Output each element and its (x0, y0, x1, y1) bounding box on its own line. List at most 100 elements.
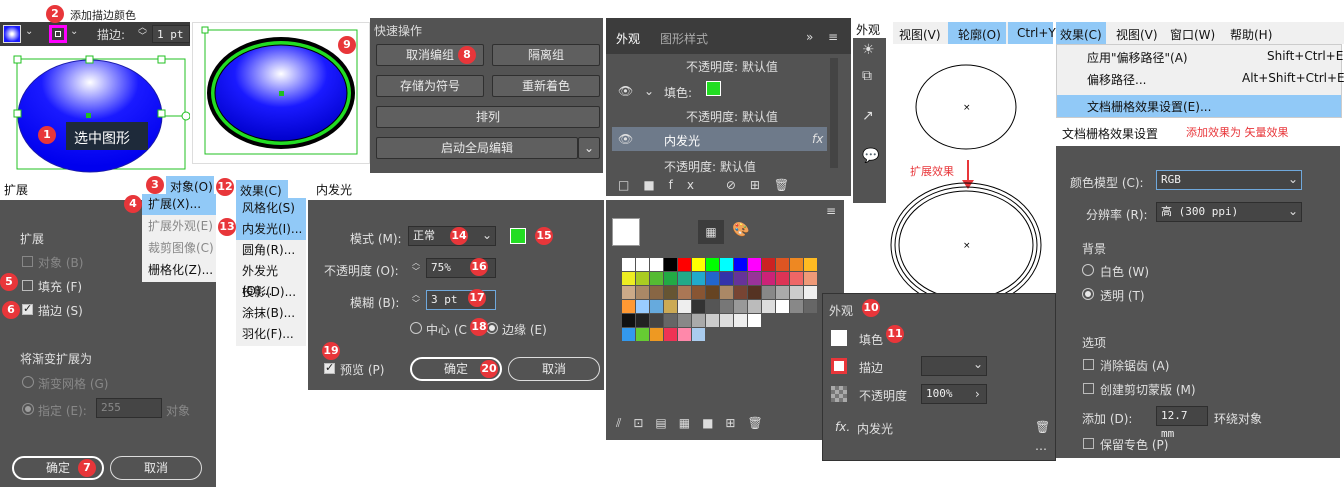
arrange-button[interactable]: 排列 (376, 106, 600, 128)
menu-view-2[interactable]: 视图(V) (1116, 26, 1158, 43)
preserve-spot-checkbox[interactable] (1083, 438, 1094, 449)
appearance-float-panel: 外观 填色 描边 ⌄ 不透明度 100% › fx. 内发光 🗑 ⋯ (822, 293, 1056, 461)
chevron-right-icon[interactable]: › (975, 387, 980, 401)
menu-view[interactable]: 视图(V) (899, 26, 941, 43)
specify-input[interactable]: 255 (96, 398, 162, 418)
menu-icon[interactable]: ≡ (828, 30, 838, 44)
raster-settings-item[interactable]: 文档栅格效果设置(E)... (1087, 98, 1211, 115)
inner-glow-item[interactable]: 内发光(I)... (236, 219, 306, 240)
chevron-down-icon[interactable]: ⌄ (482, 228, 492, 242)
isolate-button[interactable]: 隔离组 (492, 44, 600, 66)
recolor-button[interactable]: 重新着色 (492, 75, 600, 97)
inner-glow-row[interactable] (612, 127, 827, 151)
expand-appearance-item[interactable]: 扩展外观(E) (142, 216, 216, 237)
side-tab-label[interactable]: 外观 (856, 21, 880, 38)
fill-color-swatch[interactable] (706, 81, 721, 96)
fill-swatch[interactable] (3, 25, 21, 43)
resolution-select[interactable]: 高 (300 ppi) (1156, 202, 1302, 222)
stroke-swatch[interactable] (49, 25, 67, 43)
stroke-checkbox[interactable] (22, 302, 33, 315)
selected-ellipse[interactable] (0, 46, 191, 174)
save-symbol-button[interactable]: 存储为符号 (376, 75, 484, 97)
color-swatch (692, 314, 705, 327)
chevron-down-icon[interactable]: ⌄ (70, 26, 78, 37)
comment-icon[interactable]: 💬 (862, 148, 879, 164)
clipping-mask-checkbox[interactable] (1083, 383, 1094, 394)
drop-shadow-item[interactable]: 投影(D)... (236, 282, 306, 303)
transform-icon[interactable]: ⧉ (862, 68, 872, 84)
center-radio[interactable] (410, 322, 422, 334)
tab-appearance[interactable]: 外观 (616, 30, 640, 47)
offset-path[interactable]: 偏移路径... (1087, 71, 1146, 88)
more-icon[interactable]: ⋯ (1035, 442, 1047, 456)
swatch-bottom-icons[interactable]: ⫽⊡▤▦■⊞🗑 (616, 416, 775, 431)
color-swatch (664, 328, 677, 341)
stepper-icon[interactable]: ︿ ﹀ (138, 24, 147, 42)
expand-cancel-button[interactable]: 取消 (110, 456, 202, 480)
current-fill-swatch[interactable] (612, 218, 640, 246)
appearance-row-1[interactable]: 不透明度: 默认值 (686, 58, 778, 75)
collapse-icon[interactable]: » (806, 30, 813, 44)
menu-effect[interactable]: 效果(C) (1060, 26, 1102, 43)
specify-radio[interactable] (22, 403, 34, 415)
apply-offset-path[interactable]: 应用"偏移路径"(A) (1087, 49, 1188, 66)
swatch-view-icon[interactable]: ▦ (698, 220, 724, 244)
tab-graphic-styles[interactable]: 图形样式 (660, 30, 708, 47)
trash-icon[interactable]: 🗑 (1035, 420, 1050, 434)
palette-icon[interactable]: 🎨 (732, 222, 749, 238)
stepper-icon[interactable]: ︿ ﹀ (412, 258, 420, 276)
preview-checkbox[interactable] (324, 361, 335, 374)
menu-object[interactable]: 对象(O) (170, 178, 213, 195)
panel-scrollbar[interactable] (830, 58, 838, 168)
appearance-row-fill[interactable]: 填色: (664, 84, 692, 101)
menu-outline-label[interactable]: 轮廓(O) (958, 26, 1001, 43)
chevron-down-icon[interactable]: ⌄ (1288, 172, 1298, 186)
eye-icon[interactable]: 👁 (618, 132, 633, 146)
eye-icon[interactable]: 👁 (618, 84, 633, 98)
appearance-row-3[interactable]: 不透明度: 默认值 (686, 108, 778, 125)
object-checkbox[interactable] (22, 256, 33, 267)
global-edit-dropdown[interactable]: ⌄ (578, 137, 600, 159)
panel-bottom-icons[interactable]: □■fx ⊘⊞🗑 (618, 178, 803, 192)
add-input[interactable]: 12.7 mm (1156, 406, 1208, 440)
expand-chevron-icon[interactable]: ⌄ (644, 84, 654, 98)
round-corners-item[interactable]: 圆角(R)... (236, 240, 306, 261)
stroke-none-indicator[interactable] (831, 358, 847, 374)
inner-glow-cancel-button[interactable]: 取消 (508, 357, 600, 381)
scribble-item[interactable]: 涂抹(B)... (236, 303, 306, 324)
expand-item[interactable]: 扩展(X)... (142, 194, 216, 215)
inner-glow-effect-label[interactable]: 内发光 (857, 420, 893, 437)
menu-effects[interactable]: 效果(C) (240, 182, 282, 199)
fill-checkbox[interactable] (22, 280, 33, 291)
chevron-down-icon[interactable]: ⌄ (973, 357, 983, 371)
chevron-down-icon[interactable]: ⌄ (25, 26, 33, 37)
chevron-down-icon[interactable]: ⌄ (1288, 204, 1298, 218)
stepper-icon[interactable]: ︿ ﹀ (412, 290, 420, 308)
swatch-grid[interactable] (610, 258, 822, 348)
export-icon[interactable]: ↗ (862, 108, 874, 124)
antialias-checkbox[interactable] (1083, 359, 1094, 370)
color-swatch (748, 272, 761, 285)
menu-window[interactable]: 窗口(W) (1170, 26, 1215, 43)
crop-image-item[interactable]: 裁剪图像(C) (142, 238, 216, 259)
feather-item[interactable]: 羽化(F)... (236, 324, 306, 345)
menu-help[interactable]: 帮助(H) (1230, 26, 1272, 43)
effects-menu-bar[interactable]: 效果(C) (236, 180, 288, 198)
fill-indicator[interactable] (831, 330, 847, 346)
stylize-item[interactable]: 风格化(S) (236, 198, 306, 219)
color-model-select[interactable]: RGB (1156, 170, 1302, 190)
bg-transparent-radio[interactable] (1082, 288, 1094, 300)
menu-icon[interactable]: ≡ (826, 204, 836, 218)
global-edit-button[interactable]: 启动全局编辑 (376, 137, 578, 159)
blur-label: 模糊 (B): (350, 296, 400, 310)
sun-icon[interactable]: ☀ (862, 42, 875, 58)
bg-white-radio[interactable] (1082, 264, 1094, 276)
appearance-row-5[interactable]: 不透明度: 默认值 (664, 158, 756, 175)
gradient-mesh-radio[interactable] (22, 376, 34, 388)
glow-color-swatch[interactable] (510, 228, 526, 244)
rasterize-item[interactable]: 栅格化(Z)... (142, 260, 216, 281)
appearance-row-glow[interactable]: 内发光 (664, 132, 700, 149)
object-menu-bar[interactable]: 对象(O) (166, 176, 214, 194)
stroke-weight-input[interactable]: 1 pt (152, 25, 190, 43)
outer-glow-item[interactable]: 外发光(O)... (236, 261, 306, 298)
